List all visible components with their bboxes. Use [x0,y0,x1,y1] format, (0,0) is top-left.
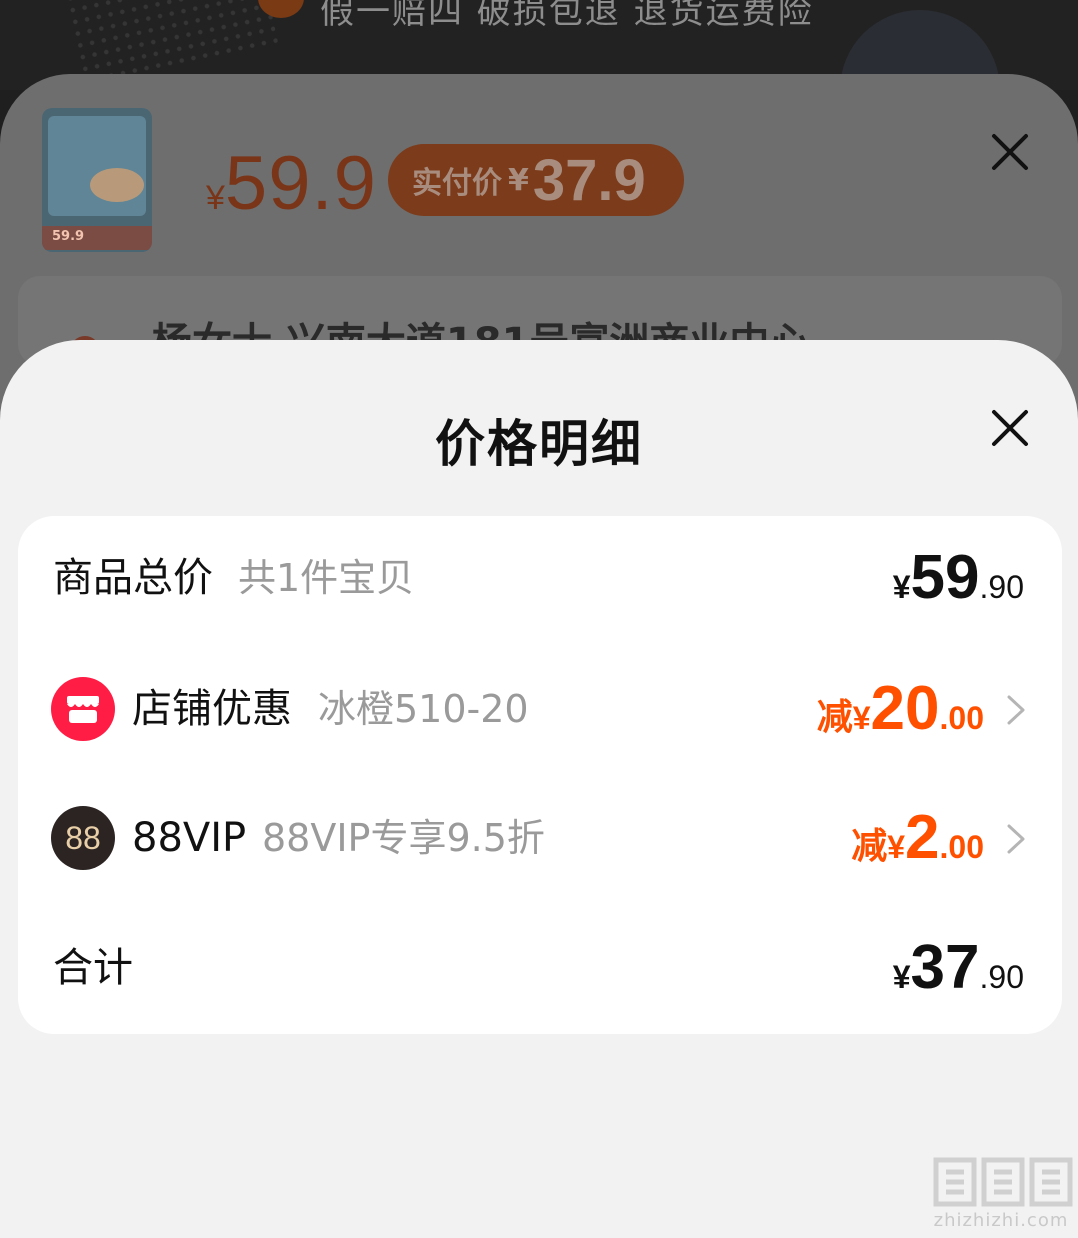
row-store-discount[interactable]: 店铺优惠 冰橙510-20 减¥20.00 [18,659,1062,759]
sheet-title: 价格明细 [435,415,643,473]
total-price-amount: ¥59.90 [892,543,1024,612]
watermark: zhizhizhi.com [926,1154,1076,1238]
row-total-price: 商品总价 共1件宝贝 ¥59.90 [18,528,1062,628]
product-sheet-close-icon[interactable] [988,130,1032,174]
watermark-text: zhizhizhi.com [933,1210,1069,1231]
sum-amount: ¥37.90 [892,933,1024,1002]
row-88vip-discount[interactable]: 88 88VIP 88VIP专享9.5折 减¥2.00 [18,788,1062,888]
screen: 假一赔四 破损包退 退货运费险 59.9 ¥59.9 实付价 ¥ 37.9 杨女… [0,0,1078,1238]
store-discount-label: 店铺优惠 [132,686,292,732]
sum-label: 合计 [53,945,133,991]
close-icon[interactable] [986,404,1034,452]
original-price: ¥59.9 [206,141,377,226]
thumbnail-price: 59.9 [52,229,85,244]
vip-discount-detail: 88VIP专享9.5折 [262,816,545,860]
total-price-label: 商品总价 [53,555,213,601]
item-count: 共1件宝贝 [238,556,415,600]
price-detail-sheet: 价格明细 商品总价 共1件宝贝 ¥59.90 店铺优惠 冰橙510-20 减¥2… [0,340,1078,1238]
store-discount-amount: 减¥20.00 [816,674,984,743]
vip-discount-amount: 减¥2.00 [851,803,984,872]
price-detail-card: 商品总价 共1件宝贝 ¥59.90 店铺优惠 冰橙510-20 减¥20.00 [18,516,1062,1034]
store-icon [51,677,115,741]
chevron-right-icon[interactable] [1004,822,1028,856]
pay-price-pill: 实付价 ¥ 37.9 [388,144,684,216]
watermark-logo-icon [933,1157,1073,1207]
service-guarantees: 假一赔四 破损包退 退货运费险 [320,0,814,32]
vip-88-icon: 88 [51,806,115,870]
chevron-right-icon[interactable] [1004,693,1028,727]
vip-label: 88VIP [132,815,247,861]
product-thumbnail: 59.9 [42,108,152,252]
store-discount-detail: 冰橙510-20 [318,687,529,731]
row-sum: 合计 ¥37.90 [18,918,1062,1018]
